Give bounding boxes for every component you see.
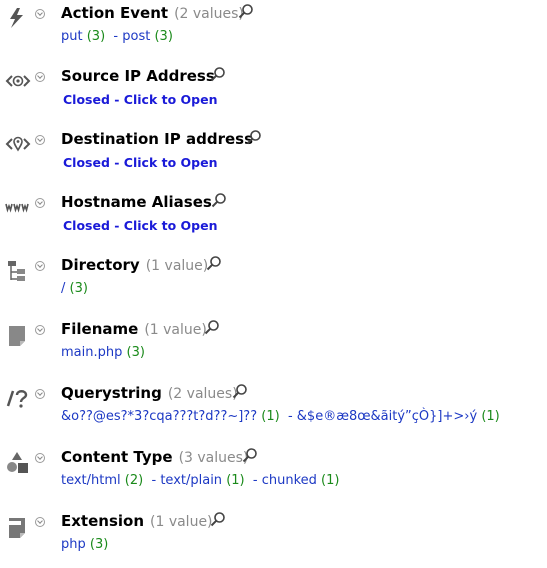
field-source-ip-address: Source IP Address Closed - Click to Open <box>0 63 547 123</box>
value-list: / (3) <box>61 279 88 299</box>
value-count: (2) <box>124 473 144 488</box>
closed-click-to-open-link[interactable]: Closed - Click to Open <box>63 216 218 236</box>
value-count: (1 value) <box>150 514 213 530</box>
value-link[interactable]: &$e®æ8œ&ãitý”çÒ}]+>›ý <box>297 409 477 424</box>
search-icon[interactable] <box>211 192 227 208</box>
value-list: text/html (2) - text/plain (1) - chunked… <box>61 473 340 488</box>
value-list: php (3) <box>61 535 108 555</box>
expand-toggle-icon[interactable] <box>35 389 45 399</box>
search-icon[interactable] <box>242 447 258 463</box>
value-link[interactable]: put <box>61 29 83 44</box>
value-link[interactable]: &o??@es?*3?cqa???t?d??~]?? <box>61 409 257 424</box>
field-title: Querystring (2 values) <box>61 384 238 402</box>
field-destination-ip-address: Destination IP address Closed - Click to… <box>0 126 547 186</box>
value-count: (2 values) <box>174 6 244 22</box>
source-ip-icon <box>5 69 31 93</box>
search-icon[interactable] <box>206 255 222 271</box>
expand-toggle-icon[interactable] <box>35 453 45 463</box>
field-title: Filename (1 value) <box>61 320 207 338</box>
value-count: (1) <box>226 473 245 488</box>
value-count: (1) <box>261 409 280 424</box>
field-title: Extension (1 value) <box>61 512 213 530</box>
value-link[interactable]: main.php <box>61 345 122 360</box>
field-title: Hostname Aliases <box>61 193 212 211</box>
expand-toggle-icon[interactable] <box>35 135 45 145</box>
content-type-icon <box>5 450 31 474</box>
field-title: Destination IP address <box>61 130 254 148</box>
field-hostname-aliases: Hostname Aliases Closed - Click to Open <box>0 189 547 249</box>
value-count: (3) <box>126 345 145 360</box>
lightning-icon <box>5 6 31 30</box>
extension-icon <box>5 514 31 538</box>
search-icon[interactable] <box>210 511 226 527</box>
value-link[interactable]: php <box>61 537 86 552</box>
field-content-type: Content Type (3 values) text/html (2) - t… <box>0 444 547 504</box>
value-count: (3) <box>154 29 173 44</box>
field-title: Action Event (2 values) <box>61 4 244 22</box>
field-title: Content Type (3 values) <box>61 448 249 466</box>
search-icon[interactable] <box>238 3 254 19</box>
directory-tree-icon <box>5 258 31 282</box>
value-count: (1) <box>481 409 500 424</box>
field-title: Directory (1 value) <box>61 256 209 274</box>
value-count: (3) <box>86 29 106 44</box>
value-count: (3) <box>69 281 88 296</box>
value-link[interactable]: text/plain <box>160 473 222 488</box>
querystring-icon <box>5 386 31 410</box>
destination-ip-icon <box>5 132 31 156</box>
field-title: Source IP Address <box>61 67 215 85</box>
value-count: (1 value) <box>145 258 209 274</box>
value-count: (3 values) <box>178 450 249 466</box>
value-count: (2 values) <box>167 386 238 402</box>
closed-click-to-open-link[interactable]: Closed - Click to Open <box>63 90 218 110</box>
closed-click-to-open-link[interactable]: Closed - Click to Open <box>63 153 218 173</box>
search-icon[interactable] <box>246 129 262 145</box>
value-list: put (3) - post (3) <box>61 29 173 44</box>
value-list: main.php (3) <box>61 343 145 363</box>
search-icon[interactable] <box>232 383 248 399</box>
value-link[interactable]: text/html <box>61 473 121 488</box>
field-filename: Filename (1 value) main.php (3) <box>0 316 547 376</box>
field-querystring: Querystring (2 values) &o??@es?*3?cqa???t… <box>0 380 547 440</box>
field-action-event: Action Event (2 values) put (3) - post (3… <box>0 0 547 60</box>
value-count: (1) <box>321 473 340 488</box>
expand-toggle-icon[interactable] <box>35 261 45 271</box>
expand-toggle-icon[interactable] <box>35 72 45 82</box>
search-icon[interactable] <box>204 319 220 335</box>
search-icon[interactable] <box>210 66 226 82</box>
file-icon <box>5 322 31 346</box>
value-list: &o??@es?*3?cqa???t?d??~]?? (1) - &$e®æ8œ… <box>61 409 500 424</box>
field-directory: Directory (1 value) / (3) <box>0 252 547 312</box>
expand-toggle-icon[interactable] <box>35 198 45 208</box>
expand-toggle-icon[interactable] <box>35 517 45 527</box>
www-icon <box>5 195 31 219</box>
value-link[interactable]: chunked <box>262 473 317 488</box>
field-extension: Extension (1 value) php (3) <box>0 508 547 568</box>
value-link[interactable]: post <box>122 29 150 44</box>
expand-toggle-icon[interactable] <box>35 9 45 19</box>
expand-toggle-icon[interactable] <box>35 325 45 335</box>
value-count: (1 value) <box>144 322 207 338</box>
value-count: (3) <box>89 537 109 552</box>
value-link[interactable]: / <box>61 281 65 296</box>
